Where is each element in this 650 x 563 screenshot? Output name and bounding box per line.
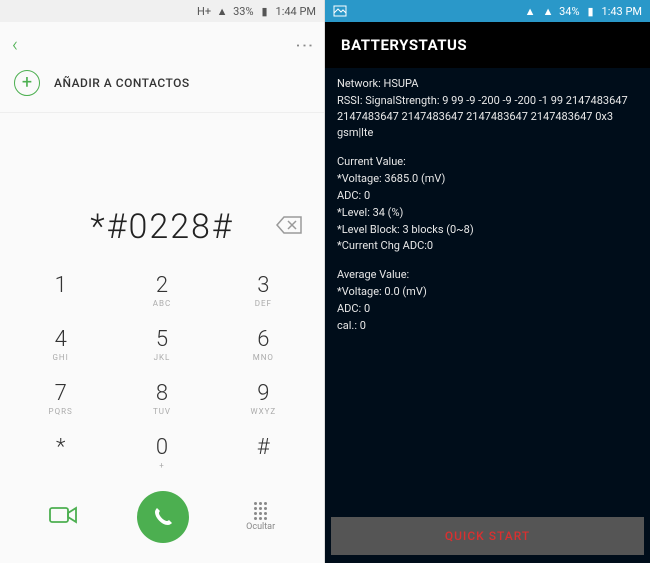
overflow-menu-icon[interactable]: ⋮ (294, 36, 315, 52)
battery-icon: ▮ (258, 4, 272, 18)
screen-title: BATTERYSTATUS (325, 22, 650, 68)
battery-status-screen: ▲ ▲ 34% ▮ 1:43 PM BATTERYSTATUS Network:… (325, 0, 650, 563)
top-actions: ‹ ⋮ (0, 22, 324, 62)
battery-percent: 34% (559, 5, 579, 18)
cv-voltage: *Voltage: 3685.0 (mV) (337, 171, 638, 187)
cv-chg-adc: *Current Chg ADC:0 (337, 238, 638, 254)
key-star[interactable]: * (10, 425, 111, 479)
key-2[interactable]: 2ABC (111, 263, 212, 317)
dial-display: *#0228# (0, 183, 324, 257)
network-type-icon: H+ (197, 4, 211, 18)
key-7[interactable]: 7PQRS (10, 371, 111, 425)
dialed-number: *#0228# (90, 207, 233, 247)
status-bar: ▲ ▲ 34% ▮ 1:43 PM (325, 0, 650, 22)
battery-info-body: Network: HSUPA RSSI: SignalStrength: 9 9… (325, 68, 650, 517)
cv-adc: ADC: 0 (337, 188, 638, 204)
cv-level-block: *Level Block: 3 blocks (0~8) (337, 222, 638, 238)
average-value-header: Average Value: (337, 267, 638, 283)
network-line: Network: HSUPA (337, 76, 638, 92)
av-voltage: *Voltage: 0.0 (mV) (337, 284, 638, 300)
key-3[interactable]: 3DEF (213, 263, 314, 317)
battery-icon: ▮ (584, 4, 598, 18)
bottom-action-row: Ocultar (0, 479, 324, 557)
signal-icon-2: ▲ (541, 4, 555, 18)
dialer-screen: H+ ▲ 33% ▮ 1:44 PM ‹ ⋮ + AÑADIR A CONTAC… (0, 0, 325, 563)
clock: 1:44 PM (276, 5, 316, 18)
status-bar: H+ ▲ 33% ▮ 1:44 PM (0, 0, 324, 22)
key-1[interactable]: 1 (10, 263, 111, 317)
hide-keypad-button[interactable]: Ocultar (246, 502, 275, 532)
grid-dots-icon (254, 502, 267, 520)
key-6[interactable]: 6MNO (213, 317, 314, 371)
current-value-header: Current Value: (337, 154, 638, 170)
keypad: 1 2ABC 3DEF 4GHI 5JKL 6MNO 7PQRS 8TUV 9W… (0, 257, 324, 479)
signal-icon: ▲ (523, 4, 537, 18)
clock: 1:43 PM (602, 5, 642, 18)
call-button[interactable] (137, 491, 189, 543)
rssi-line: RSSI: SignalStrength: 9 99 -9 -200 -9 -2… (337, 93, 638, 141)
add-to-contacts-label: AÑADIR A CONTACTOS (54, 76, 190, 90)
quick-start-button[interactable]: QUICK START (331, 517, 644, 555)
signal-icon: ▲ (215, 4, 229, 18)
key-8[interactable]: 8TUV (111, 371, 212, 425)
screenshot-icon (333, 4, 347, 18)
add-to-contacts-row[interactable]: + AÑADIR A CONTACTOS (0, 62, 324, 113)
av-adc: ADC: 0 (337, 301, 638, 317)
plus-icon: + (14, 70, 40, 96)
key-0[interactable]: 0+ (111, 425, 212, 479)
key-hash[interactable]: # (213, 425, 314, 479)
key-5[interactable]: 5JKL (111, 317, 212, 371)
hide-label: Ocultar (246, 522, 275, 532)
cv-level: *Level: 34 (%) (337, 205, 638, 221)
battery-percent: 33% (233, 5, 253, 18)
key-9[interactable]: 9WXYZ (213, 371, 314, 425)
video-call-icon[interactable] (49, 505, 79, 529)
backspace-icon[interactable] (276, 216, 302, 238)
key-4[interactable]: 4GHI (10, 317, 111, 371)
av-cal: cal.: 0 (337, 318, 638, 334)
back-icon[interactable]: ‹ (12, 32, 18, 56)
